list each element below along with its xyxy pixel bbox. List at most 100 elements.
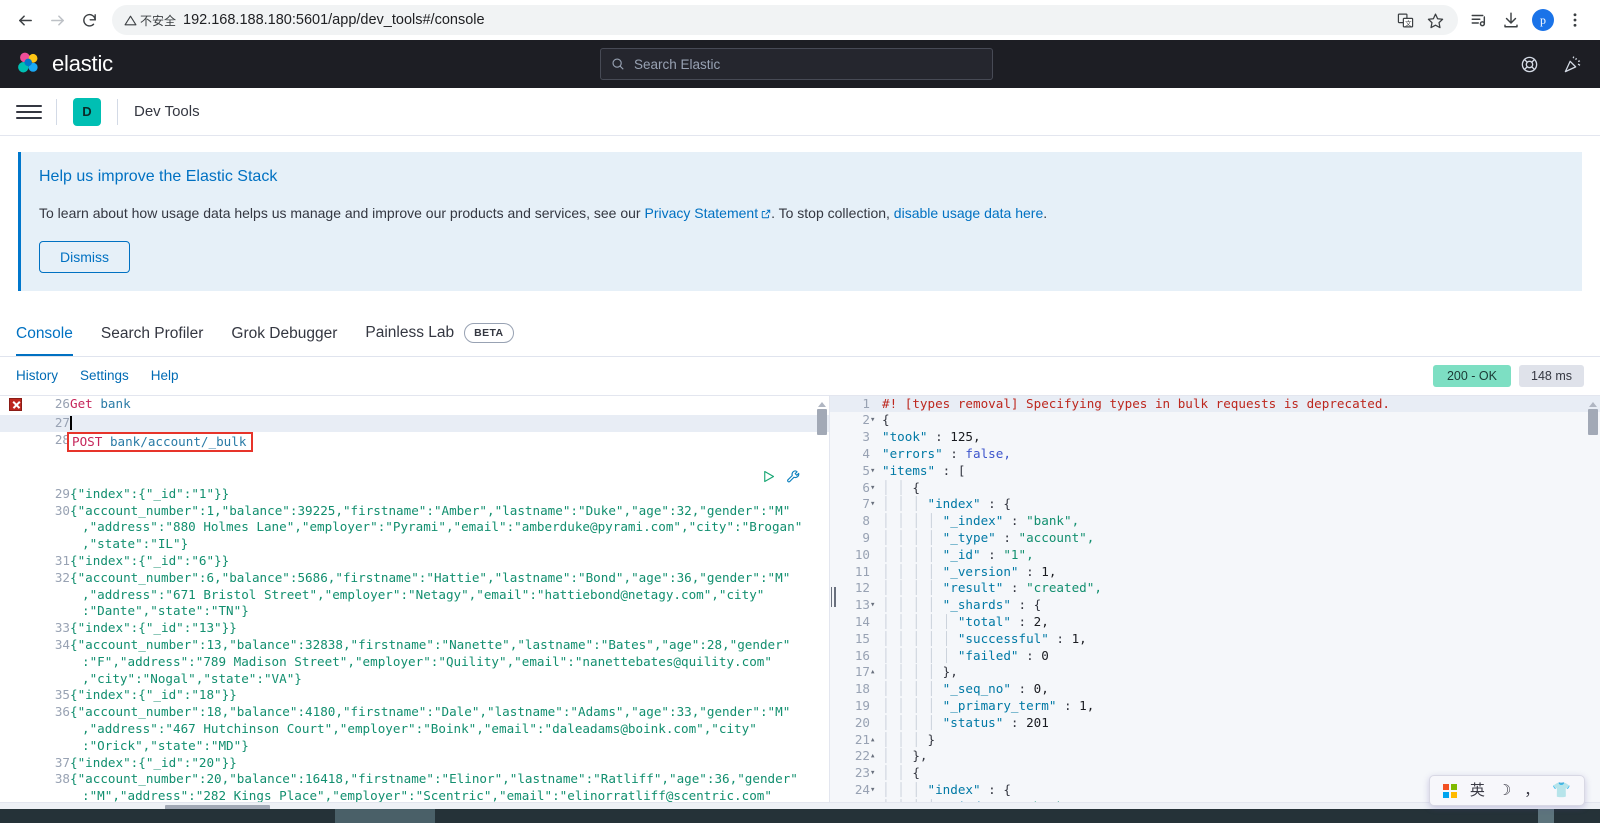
play-request-icon[interactable] [761,469,776,484]
scrollbar-thumb[interactable] [1588,408,1598,435]
request-actions [761,469,801,484]
fold-toggle-icon[interactable]: ▾ [870,463,882,480]
fold-spacer [870,564,882,581]
fold-toggle-icon[interactable]: ▾ [870,782,882,799]
address-bar[interactable]: 不安全 192.168.188.180:5601/app/dev_tools#/… [112,5,1458,35]
subnav-history[interactable]: History [16,368,58,383]
callout-text-1: To learn about how usage data helps us m… [39,205,645,221]
fold-toggle-icon[interactable]: ▴ [870,748,882,765]
tab-console[interactable]: Console [16,311,73,356]
ime-mode-indicator[interactable]: 英 [1470,783,1485,798]
tab-painless-lab[interactable]: Painless Lab BETA [365,309,514,356]
url-text: 192.168.188.180:5601/app/dev_tools#/cons… [183,12,485,28]
editor-line[interactable]: 30 {"account_number":1,"balance":39225,"… [0,503,829,553]
star-icon[interactable] [1422,7,1448,33]
fold-toggle-icon[interactable]: ▴ [870,664,882,681]
reload-button[interactable] [74,5,104,35]
fold-toggle-icon[interactable]: ▴ [870,732,882,749]
subnav-settings[interactable]: Settings [80,368,129,383]
download-icon[interactable] [1496,5,1526,35]
dark-mode-icon[interactable]: ☽ [1498,783,1511,798]
l26-method: Get [70,395,93,411]
kebab-menu-icon[interactable] [1560,5,1590,35]
response-code: │ │ │ │ "_id" : "1", [882,546,1034,562]
translate-icon[interactable]: 文 [1392,7,1418,33]
fold-spacer [870,446,882,463]
svg-text:文: 文 [1405,18,1412,27]
scrollbar-thumb[interactable] [817,408,827,435]
tab-search-profiler[interactable]: Search Profiler [101,311,204,356]
celebration-icon[interactable] [1563,55,1582,74]
fold-toggle-icon[interactable]: ▾ [870,765,882,782]
l34c: ,"city":"Nogal","state":"VA"} [82,670,302,686]
wrench-icon[interactable] [786,469,801,484]
taskbar-segment[interactable] [1538,809,1554,823]
l32c: :"Dante","state":"TN"} [82,603,249,619]
elastic-logo-link[interactable]: elastic [16,51,113,77]
media-control-icon[interactable] [1464,5,1494,35]
response-code: │ │ │ │ "_primary_term" : 1, [882,697,1095,713]
response-code: │ │ │ } [882,731,936,747]
response-code: │ │ │ │ │ "failed" : 0 [882,647,1049,663]
scroll-up-arrow-icon[interactable] [1589,401,1597,407]
response-line: 22 ▴ │ │ }, [830,748,1600,765]
editor-vertical-scrollbar[interactable] [817,401,827,795]
editor-line[interactable]: 29 {"index":{"_id":"1"}} [0,486,829,503]
l32b: ,"address":"671 Bristol Street","employe… [82,586,765,602]
forward-button[interactable] [42,5,72,35]
line-number: 31 [54,552,70,568]
lifebuoy-icon[interactable] [1520,55,1539,74]
skin-theme-icon[interactable]: 👕 [1552,783,1571,798]
line-number: 6 [862,479,870,495]
l37: {"index":{"_id":"20"}} [70,754,237,770]
fold-toggle-icon[interactable]: ▾ [870,412,882,429]
taskbar-segment[interactable] [335,809,435,823]
global-search-input[interactable]: Search Elastic [600,48,993,80]
subnav-help[interactable]: Help [151,368,179,383]
back-button[interactable] [10,5,40,35]
privacy-statement-link[interactable]: Privacy Statement [644,205,758,221]
line-number: 11 [854,563,870,579]
response-code: │ │ │ │ "result" : "created", [882,580,1102,596]
request-editor[interactable]: 26 Get bank 27 28 POST bank/account/_bul… [0,395,830,813]
response-code: │ │ │ │ "_index" : "bank", [882,513,1080,529]
fold-spacer [870,547,882,564]
fold-toggle-icon[interactable]: ▾ [870,597,882,614]
fold-toggle-icon[interactable]: ▾ [870,480,882,497]
fold-toggle-icon[interactable]: ▾ [870,496,882,513]
editor-line[interactable]: 35 {"index":{"_id":"18"}} [0,687,829,704]
line-number: 2 [862,412,870,428]
pane-resize-handle[interactable] [829,586,837,608]
response-vertical-scrollbar[interactable] [1588,401,1598,795]
hamburger-menu-icon[interactable] [16,99,42,125]
dismiss-button[interactable]: Dismiss [39,240,130,273]
line-number: 16 [854,647,870,663]
disable-usage-data-link[interactable]: disable usage data here [894,205,1043,221]
editor-line[interactable]: 31 {"index":{"_id":"6"}} [0,553,829,570]
editor-line[interactable]: 37 {"index":{"_id":"20"}} [0,755,829,772]
response-line: 15 │ │ │ │ │ "successful" : 1, [830,631,1600,648]
line-number: 1 [830,395,870,413]
scroll-up-arrow-icon[interactable] [818,401,826,407]
search-placeholder: Search Elastic [634,56,721,72]
editor-line[interactable]: 32 {"account_number":6,"balance":5686,"f… [0,570,829,620]
windows-taskbar [0,809,1600,823]
editor-line[interactable]: 33 {"index":{"_id":"13"}} [0,620,829,637]
response-viewer[interactable]: 1 #! [types removal] Specifying types in … [830,395,1600,813]
response-line: 12 │ │ │ │ "result" : "created", [830,580,1600,597]
editor-line[interactable]: 28 POST bank/account/_bulk [0,432,829,486]
security-indicator[interactable]: 不安全 [124,12,183,29]
ime-toolbar[interactable]: 英 ☽ ， 👕 [1428,775,1585,806]
security-label: 不安全 [140,13,177,28]
error-marker-icon[interactable] [9,397,22,411]
line-number: 24 [854,781,870,797]
profile-avatar[interactable]: p [1528,5,1558,35]
editor-line[interactable]: 36 {"account_number":18,"balance":4180,"… [0,704,829,754]
punctuation-icon[interactable]: ， [1524,783,1539,798]
line-number: 27 [30,415,70,433]
editor-line[interactable]: 26 Get bank [0,396,829,416]
tab-grok-debugger[interactable]: Grok Debugger [231,311,337,356]
elapsed-badge: 148 ms [1519,364,1584,387]
editor-line-active[interactable]: 27 [0,415,829,433]
editor-line[interactable]: 34 {"account_number":13,"balance":32838,… [0,637,829,687]
